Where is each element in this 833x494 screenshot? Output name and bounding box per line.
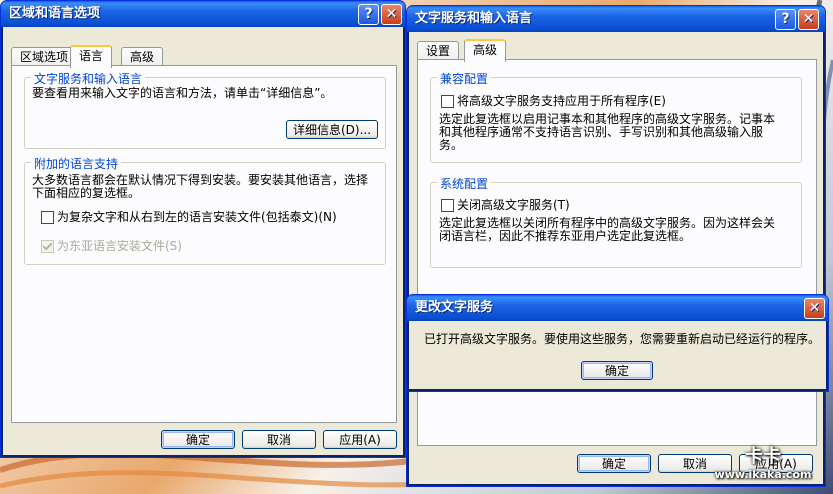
complex-script-checkbox[interactable] <box>41 211 54 224</box>
compatibility-group: 兼容配置 将高级文字服务支持应用于所有程序(E) 选定此复选框以启用记事本和其他… <box>430 70 802 163</box>
tab-strip: 区域选项 语言 高级 <box>11 45 391 68</box>
supplemental-language-group: 附加的语言支持 大多数语言都会在默认情况下得到安装。要安装其他语言，选择 下面相… <box>24 155 386 265</box>
help-button[interactable]: ? <box>358 4 379 25</box>
east-asian-label[interactable]: 为东亚语言安装文件(S) <box>57 240 182 253</box>
dialog-message: 已打开高级文字服务。要使用这些服务，您需要重新启动已经运行的程序。 <box>424 332 821 346</box>
site-watermark: 卡卡 www.ikaka.com <box>700 446 826 488</box>
close-button[interactable]: ✕ <box>798 9 819 30</box>
title-bar[interactable]: 文字服务和输入语言 ? ✕ <box>407 6 825 32</box>
help-button[interactable]: ? <box>775 9 796 30</box>
group-title: 文字服务和输入语言 <box>31 70 146 87</box>
tab-panel: 文字服务和输入语言 要查看用来输入文字的语言和方法，请单击“详细信息”。 详细信… <box>11 65 397 423</box>
dialog-title: 更改文字服务 <box>415 300 494 315</box>
apply-button[interactable]: 应用(A) <box>323 430 397 449</box>
apply-all-programs-checkbox[interactable] <box>441 95 454 108</box>
tab-regional-options[interactable]: 区域选项 <box>11 47 78 66</box>
tab-advanced[interactable]: 高级 <box>464 39 507 62</box>
change-text-services-dialog: 更改文字服务 ✕ 已打开高级文字服务。要使用这些服务，您需要重新启动已经运行的程… <box>406 294 829 392</box>
help-icon: ? <box>364 6 373 22</box>
turn-off-services-checkbox[interactable] <box>441 199 454 212</box>
east-asian-checkbox[interactable] <box>41 240 54 253</box>
tab-settings[interactable]: 设置 <box>417 41 460 60</box>
tab-languages[interactable]: 语言 <box>70 45 113 68</box>
complex-script-label[interactable]: 为复杂文字和从右到左的语言安装文件(包括泰文)(N) <box>57 211 337 224</box>
group-description-line2: 闭语言栏，因此不推荐东亚用户选定此复选框。 <box>439 229 692 243</box>
ok-button[interactable]: 确定 <box>161 430 235 449</box>
group-title: 系统配置 <box>437 175 492 192</box>
tab-advanced[interactable]: 高级 <box>121 47 164 66</box>
dialog-ok-button[interactable]: 确定 <box>581 361 653 380</box>
group-title: 附加的语言支持 <box>31 155 122 172</box>
details-button[interactable]: 详细信息(D)... <box>286 120 378 139</box>
group-description-line3: 务。 <box>439 138 464 152</box>
apply-all-programs-label[interactable]: 将高级文字服务支持应用于所有程序(E) <box>457 95 666 108</box>
close-icon: ✕ <box>808 300 821 316</box>
title-bar[interactable]: 区域和语言选项 ? ✕ <box>1 1 405 27</box>
close-button[interactable]: ✕ <box>381 4 402 25</box>
text-services-group: 文字服务和输入语言 要查看用来输入文字的语言和方法，请单击“详细信息”。 详细信… <box>24 70 386 149</box>
group-description-line2: 和其他程序通常不支持语言识别、手写识别和其他高级输入服 <box>439 125 764 139</box>
regional-language-options-window: 区域和语言选项 ? ✕ 区域选项 语言 高级 文字服务和输入语言 要查看用来输入… <box>0 0 406 458</box>
watermark-brand: 卡卡 <box>745 446 781 467</box>
text-services-window: 文字服务和输入语言 ? ✕ 设置 高级 兼容配置 将高级文字服务支持应用于所有程… <box>406 5 826 487</box>
watermark-url: www.ikaka.com <box>714 468 812 481</box>
close-icon: ✕ <box>802 11 815 27</box>
close-button[interactable]: ✕ <box>804 298 825 319</box>
cancel-button[interactable]: 取消 <box>242 430 316 449</box>
window-title: 文字服务和输入语言 <box>415 11 533 26</box>
title-bar[interactable]: 更改文字服务 ✕ <box>407 295 828 321</box>
tab-strip: 设置 高级 <box>417 39 797 62</box>
group-description: 要查看用来输入文字的语言和方法，请单击“详细信息”。 <box>32 86 333 100</box>
close-icon: ✕ <box>385 6 398 22</box>
system-config-group: 系统配置 关闭高级文字服务(T) 选定此复选框以关闭所有程序中的高级文字服务。因… <box>430 175 802 268</box>
ok-button[interactable]: 确定 <box>577 454 651 473</box>
group-description-line2: 下面相应的复选框。 <box>32 186 141 200</box>
turn-off-services-label[interactable]: 关闭高级文字服务(T) <box>457 199 570 212</box>
window-title: 区域和语言选项 <box>9 6 101 21</box>
group-title: 兼容配置 <box>437 70 492 87</box>
help-icon: ? <box>781 11 790 27</box>
